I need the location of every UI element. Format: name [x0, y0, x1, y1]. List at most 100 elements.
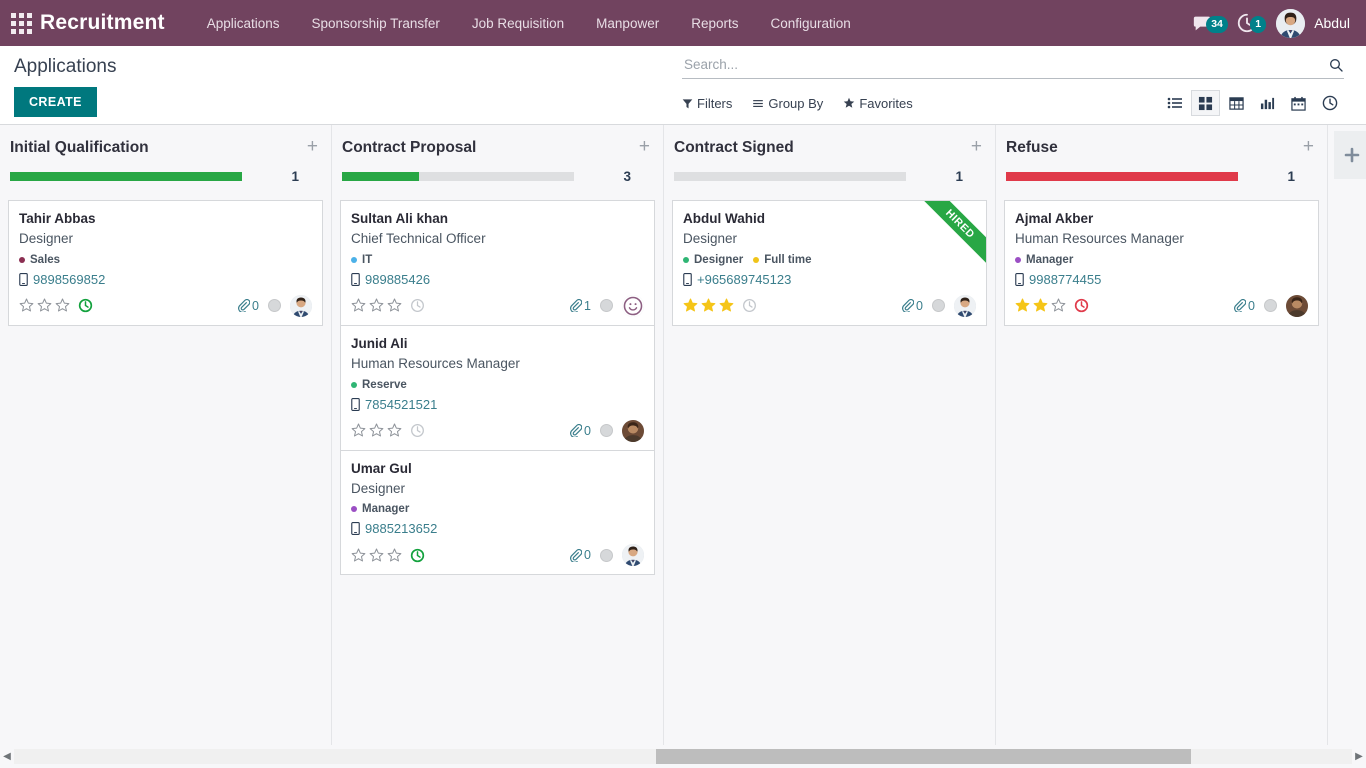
card-assignee-avatar[interactable]: [622, 544, 644, 567]
card-phone[interactable]: 9898569852: [19, 272, 312, 287]
card-activity-icon[interactable]: [410, 298, 425, 313]
nav-item-job-requisition[interactable]: Job Requisition: [456, 0, 580, 46]
card-activity-icon[interactable]: [742, 298, 757, 313]
apps-grid-icon[interactable]: [8, 10, 34, 36]
kanban-card[interactable]: Sultan Ali khan Chief Technical Officer IT…: [340, 200, 655, 325]
card-phone[interactable]: +965689745123: [683, 272, 976, 287]
scroll-right-arrow[interactable]: ▶: [1352, 751, 1366, 762]
card-color-dot[interactable]: [268, 299, 281, 313]
card-priority-stars[interactable]: [351, 423, 405, 438]
messages-menu[interactable]: 34: [1184, 12, 1228, 34]
star-icon[interactable]: [351, 298, 366, 313]
graph-view-button[interactable]: [1253, 90, 1282, 116]
activity-clock-icon[interactable]: [410, 548, 425, 563]
star-icon[interactable]: [1051, 298, 1066, 313]
card-priority-stars[interactable]: [683, 298, 737, 313]
nav-item-sponsorship-transfer[interactable]: Sponsorship Transfer: [296, 0, 456, 46]
activities-menu[interactable]: 1: [1228, 12, 1267, 34]
star-icon[interactable]: [37, 298, 52, 313]
card-priority-stars[interactable]: [351, 548, 405, 563]
group-by-button[interactable]: Group By: [752, 96, 823, 111]
card-activity-icon[interactable]: [1074, 298, 1089, 313]
card-color-dot[interactable]: [600, 299, 613, 313]
star-icon[interactable]: [19, 298, 34, 313]
card-assignee-avatar[interactable]: [290, 294, 312, 317]
add-card-plus-icon[interactable]: +: [304, 137, 321, 159]
card-priority-stars[interactable]: [19, 298, 73, 313]
card-phone[interactable]: 9988774455: [1015, 272, 1308, 287]
kanban-column-title[interactable]: Contract Signed: [674, 139, 794, 157]
add-column-button[interactable]: [1334, 131, 1366, 179]
nav-item-manpower[interactable]: Manpower: [580, 0, 675, 46]
kanban-progress-bar[interactable]: [342, 172, 574, 181]
card-phone[interactable]: 9885213652: [351, 521, 644, 536]
star-icon[interactable]: [683, 298, 698, 313]
kanban-card[interactable]: Tahir Abbas Designer Sales 9898569852 0: [8, 200, 323, 326]
search-input[interactable]: [682, 56, 1328, 73]
add-card-plus-icon[interactable]: +: [968, 137, 985, 159]
card-assignee-avatar[interactable]: [622, 419, 644, 442]
search-icon[interactable]: [1328, 57, 1344, 73]
activity-clock-icon[interactable]: [410, 423, 425, 438]
star-icon[interactable]: [1033, 298, 1048, 313]
add-card-plus-icon[interactable]: +: [1300, 137, 1317, 159]
horizontal-scrollbar[interactable]: ◀ ▶: [0, 745, 1366, 768]
star-icon[interactable]: [369, 423, 384, 438]
star-icon[interactable]: [1015, 298, 1030, 313]
card-assignee-avatar[interactable]: [622, 294, 644, 317]
card-phone[interactable]: 7854521521: [351, 397, 644, 412]
kanban-card[interactable]: HIRED Abdul Wahid Designer Designer Full tim…: [672, 200, 987, 326]
kanban-progress-bar[interactable]: [10, 172, 242, 181]
scrollbar-track[interactable]: [14, 749, 1352, 764]
card-activity-icon[interactable]: [410, 548, 425, 563]
kanban-column-title[interactable]: Initial Qualification: [10, 139, 149, 157]
card-priority-stars[interactable]: [351, 298, 405, 313]
card-activity-icon[interactable]: [78, 298, 93, 313]
scroll-left-arrow[interactable]: ◀: [0, 751, 14, 762]
star-icon[interactable]: [351, 423, 366, 438]
card-assignee-avatar[interactable]: [954, 294, 976, 317]
star-icon[interactable]: [55, 298, 70, 313]
star-icon[interactable]: [369, 548, 384, 563]
calendar-view-button[interactable]: [1284, 90, 1313, 116]
app-brand-title[interactable]: Recruitment: [40, 11, 165, 35]
star-icon[interactable]: [351, 548, 366, 563]
card-phone[interactable]: 989885426: [351, 272, 644, 287]
card-color-dot[interactable]: [600, 424, 613, 438]
star-icon[interactable]: [387, 548, 402, 563]
kanban-progress-bar[interactable]: [674, 172, 906, 181]
activity-view-button[interactable]: [1315, 90, 1344, 116]
kanban-column-title[interactable]: Contract Proposal: [342, 139, 476, 157]
create-button[interactable]: CREATE: [14, 87, 97, 117]
activity-clock-icon[interactable]: [78, 298, 93, 313]
card-color-dot[interactable]: [1264, 299, 1277, 313]
star-icon[interactable]: [387, 298, 402, 313]
pivot-view-button[interactable]: [1222, 90, 1251, 116]
kanban-card[interactable]: Umar Gul Designer Manager 9885213652 0: [340, 449, 655, 576]
star-icon[interactable]: [701, 298, 716, 313]
search-bar[interactable]: [682, 56, 1344, 79]
kanban-card[interactable]: Ajmal Akber Human Resources Manager Manage…: [1004, 200, 1319, 326]
activity-clock-icon[interactable]: [1074, 298, 1089, 313]
filters-button[interactable]: Filters: [682, 96, 732, 111]
card-assignee-avatar[interactable]: [1286, 294, 1308, 317]
card-activity-icon[interactable]: [410, 423, 425, 438]
activity-clock-icon[interactable]: [410, 298, 425, 313]
nav-item-reports[interactable]: Reports: [675, 0, 754, 46]
kanban-column-title[interactable]: Refuse: [1006, 139, 1058, 157]
kanban-card[interactable]: Junid Ali Human Resources Manager Reserve 7…: [340, 324, 655, 450]
card-priority-stars[interactable]: [1015, 298, 1069, 313]
favorites-button[interactable]: Favorites: [843, 96, 913, 111]
kanban-view-button[interactable]: [1191, 90, 1220, 116]
list-view-button[interactable]: [1160, 90, 1189, 116]
nav-item-applications[interactable]: Applications: [191, 0, 296, 46]
star-icon[interactable]: [369, 298, 384, 313]
nav-item-configuration[interactable]: Configuration: [754, 0, 866, 46]
star-icon[interactable]: [387, 423, 402, 438]
star-icon[interactable]: [719, 298, 734, 313]
activity-clock-icon[interactable]: [742, 298, 757, 313]
card-color-dot[interactable]: [600, 548, 613, 562]
card-color-dot[interactable]: [932, 299, 945, 313]
add-card-plus-icon[interactable]: +: [636, 137, 653, 159]
user-menu[interactable]: Abdul: [1276, 8, 1354, 38]
